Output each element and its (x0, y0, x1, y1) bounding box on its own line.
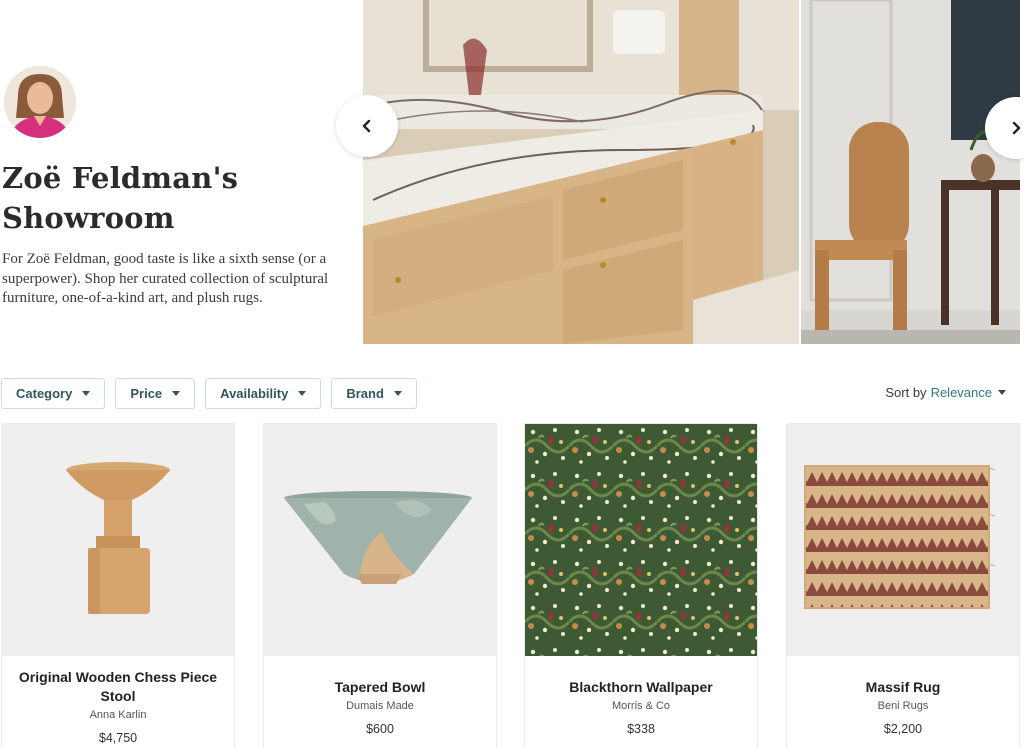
filter-availability-button[interactable]: Availability (205, 378, 322, 409)
carousel-image-vanity (363, 0, 799, 344)
hero-carousel (363, 0, 1020, 344)
product-price: $600 (366, 722, 394, 736)
product-info: Blackthorn Wallpaper Morris & Co $338 (525, 678, 757, 736)
wooden-stool-image (2, 424, 234, 656)
caret-down-icon (298, 391, 307, 396)
filter-availability-label: Availability (220, 386, 289, 401)
avatar (4, 66, 76, 138)
product-info: Tapered Bowl Dumais Made $600 (264, 678, 496, 736)
sort-value: Relevance (930, 385, 992, 400)
product-price: $2,200 (883, 722, 923, 736)
carousel-image-chair (801, 0, 1020, 344)
showroom-hero: Zoë Feldman's Showroom For Zoë Feldman, … (0, 0, 1024, 345)
filter-category-button[interactable]: Category (1, 378, 106, 409)
massif-rug-image (787, 424, 1019, 656)
sort-dropdown[interactable]: Sort by Relevance (885, 385, 1006, 400)
filter-brand-button[interactable]: Brand (331, 378, 417, 409)
tapered-bowl-image (264, 424, 496, 656)
avatar-portrait-image (4, 66, 76, 138)
chevron-left-icon (362, 119, 371, 133)
product-image[interactable] (264, 424, 496, 656)
product-brand[interactable]: Dumais Made (264, 700, 496, 712)
product-info: Massif Rug Beni Rugs $2,200 (787, 678, 1019, 736)
filter-brand-label: Brand (346, 386, 384, 401)
filter-price-button[interactable]: Price (115, 378, 196, 409)
chevron-right-icon (1012, 121, 1021, 135)
sort-prefix: Sort by (885, 385, 927, 400)
filter-category-label: Category (16, 386, 73, 401)
caret-down-icon (393, 391, 402, 396)
product-card[interactable]: Blackthorn Wallpaper Morris & Co $338 (525, 424, 757, 748)
caret-down-icon (82, 391, 91, 396)
caret-down-icon (172, 391, 181, 396)
product-name[interactable]: Massif Rug (787, 678, 1019, 697)
product-brand[interactable]: Anna Karlin (2, 709, 234, 721)
product-image[interactable] (525, 424, 757, 656)
product-name[interactable]: Tapered Bowl (264, 678, 496, 697)
page-title: Zoë Feldman's Showroom (2, 161, 239, 235)
product-name[interactable]: Blackthorn Wallpaper (525, 678, 757, 697)
filter-bar: Category Price Availability Brand (1, 378, 417, 409)
product-info: Original Wooden Chess Piece Stool Anna K… (2, 668, 234, 745)
floral-wallpaper-image (525, 424, 757, 656)
product-price: $4,750 (98, 731, 138, 745)
filter-price-label: Price (130, 386, 163, 401)
product-brand[interactable]: Beni Rugs (787, 700, 1019, 712)
product-brand[interactable]: Morris & Co (525, 700, 757, 712)
caret-down-icon (998, 390, 1006, 395)
product-image[interactable] (2, 424, 234, 656)
product-grid: Original Wooden Chess Piece Stool Anna K… (0, 424, 1024, 748)
product-card[interactable]: Tapered Bowl Dumais Made $600 (264, 424, 496, 748)
carousel-prev-button[interactable] (336, 95, 398, 157)
product-price: $338 (627, 722, 655, 736)
product-name[interactable]: Original Wooden Chess Piece Stool (2, 668, 234, 706)
product-card[interactable]: Massif Rug Beni Rugs $2,200 (787, 424, 1019, 748)
showroom-description: For Zoë Feldman, good taste is like a si… (2, 251, 329, 306)
product-image[interactable] (787, 424, 1019, 656)
product-card[interactable]: Original Wooden Chess Piece Stool Anna K… (2, 424, 234, 748)
